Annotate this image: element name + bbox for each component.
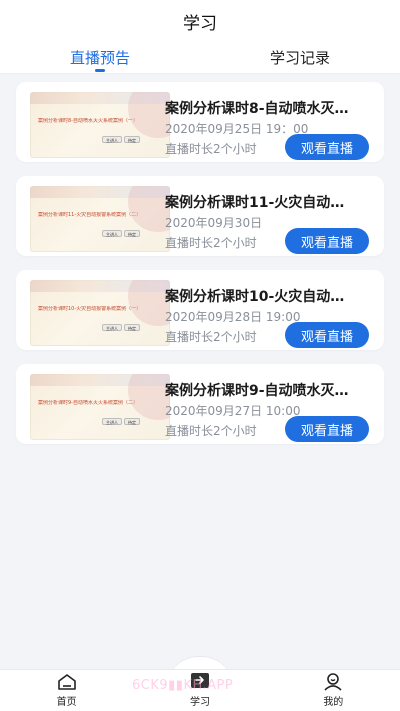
page-title: 学习 — [183, 13, 217, 34]
active-tab-indicator — [95, 69, 105, 72]
watch-live-button[interactable]: 观看直播 — [285, 228, 369, 254]
thumbnail-tag: 主讲人 — [102, 324, 122, 331]
course-date: 2020年09月25日 19：00 — [165, 122, 309, 136]
app-header: 学习 — [0, 0, 400, 42]
course-duration: 直播时长2个小时 — [165, 330, 257, 344]
tabbar-item-study[interactable]: 学习 — [133, 670, 266, 711]
thumbnail-tag: 主讲人 — [102, 230, 122, 237]
thumbnail-tag: 待定 — [124, 230, 140, 237]
course-date: 2020年09月27日 10:00 — [165, 404, 301, 418]
tab-study-records[interactable]: 学习记录 — [200, 42, 400, 73]
course-thumbnail: 案例分析课时9-自动喷水灭火系统案例（二） 主讲人 待定 — [30, 374, 170, 440]
course-title: 案例分析课时9-自动喷水灭… — [165, 383, 349, 399]
tab-live-preview[interactable]: 直播预告 — [0, 42, 200, 73]
course-duration: 直播时长2个小时 — [165, 424, 257, 438]
thumbnail-title: 案例分析课时10-火灾自动报警系统案例（一） — [38, 306, 142, 312]
thumbnail-tag: 待定 — [124, 324, 140, 331]
tabbar-item-home[interactable]: 首页 — [0, 670, 133, 711]
study-icon — [189, 671, 211, 691]
course-card[interactable]: 案例分析课时9-自动喷水灭火系统案例（二） 主讲人 待定 案例分析课时9-自动喷… — [16, 364, 384, 444]
course-duration: 直播时长2个小时 — [165, 236, 257, 250]
thumbnail-title: 案例分析课时9-自动喷水灭火系统案例（二） — [38, 400, 138, 406]
tab-label: 直播预告 — [69, 49, 130, 67]
tabbar-item-profile[interactable]: 我的 — [267, 670, 400, 711]
course-title: 案例分析课时11-火灾自动… — [165, 195, 345, 211]
watch-live-button[interactable]: 观看直播 — [285, 416, 369, 442]
tabbar-label: 学习 — [189, 697, 210, 708]
course-card[interactable]: 案例分析课时10-火灾自动报警系统案例（一） 主讲人 待定 案例分析课时10-火… — [16, 270, 384, 350]
home-icon — [56, 673, 78, 691]
thumbnail-title: 案例分析课时11-火灾自动报警系统案例（二） — [38, 212, 142, 218]
course-thumbnail: 案例分析课时11-火灾自动报警系统案例（二） 主讲人 待定 — [30, 186, 170, 252]
thumbnail-tag: 待定 — [124, 136, 140, 143]
course-thumbnail: 案例分析课时10-火灾自动报警系统案例（一） 主讲人 待定 — [30, 280, 170, 346]
thumbnail-tag: 主讲人 — [102, 418, 122, 425]
watch-live-button[interactable]: 观看直播 — [285, 322, 369, 348]
course-thumbnail: 案例分析课时8-自动喷水灭火系统案例（一） 主讲人 待定 — [30, 92, 170, 158]
course-card[interactable]: 案例分析课时11-火灾自动报警系统案例（二） 主讲人 待定 案例分析课时11-火… — [16, 176, 384, 256]
course-duration: 直播时长2个小时 — [165, 142, 257, 156]
tabbar-label: 我的 — [323, 697, 344, 708]
tabbar-label: 首页 — [56, 697, 77, 708]
bottom-tab-bar: 首页 学习 我的 — [0, 669, 400, 711]
course-date: 2020年09月30日 — [165, 216, 263, 230]
thumbnail-title: 案例分析课时8-自动喷水灭火系统案例（一） — [38, 118, 138, 124]
watch-live-button[interactable]: 观看直播 — [285, 134, 369, 160]
profile-icon — [322, 671, 344, 691]
thumbnail-tag: 待定 — [124, 418, 140, 425]
course-title: 案例分析课时10-火灾自动… — [165, 289, 345, 305]
course-title: 案例分析课时8-自动喷水灭… — [165, 101, 349, 117]
course-date: 2020年09月28日 19:00 — [165, 310, 301, 324]
course-card[interactable]: 案例分析课时8-自动喷水灭火系统案例（一） 主讲人 待定 案例分析课时8-自动喷… — [16, 82, 384, 162]
tab-bar: 直播预告 学习记录 — [0, 42, 400, 74]
tab-label: 学习记录 — [269, 49, 330, 67]
thumbnail-tag: 主讲人 — [102, 136, 122, 143]
